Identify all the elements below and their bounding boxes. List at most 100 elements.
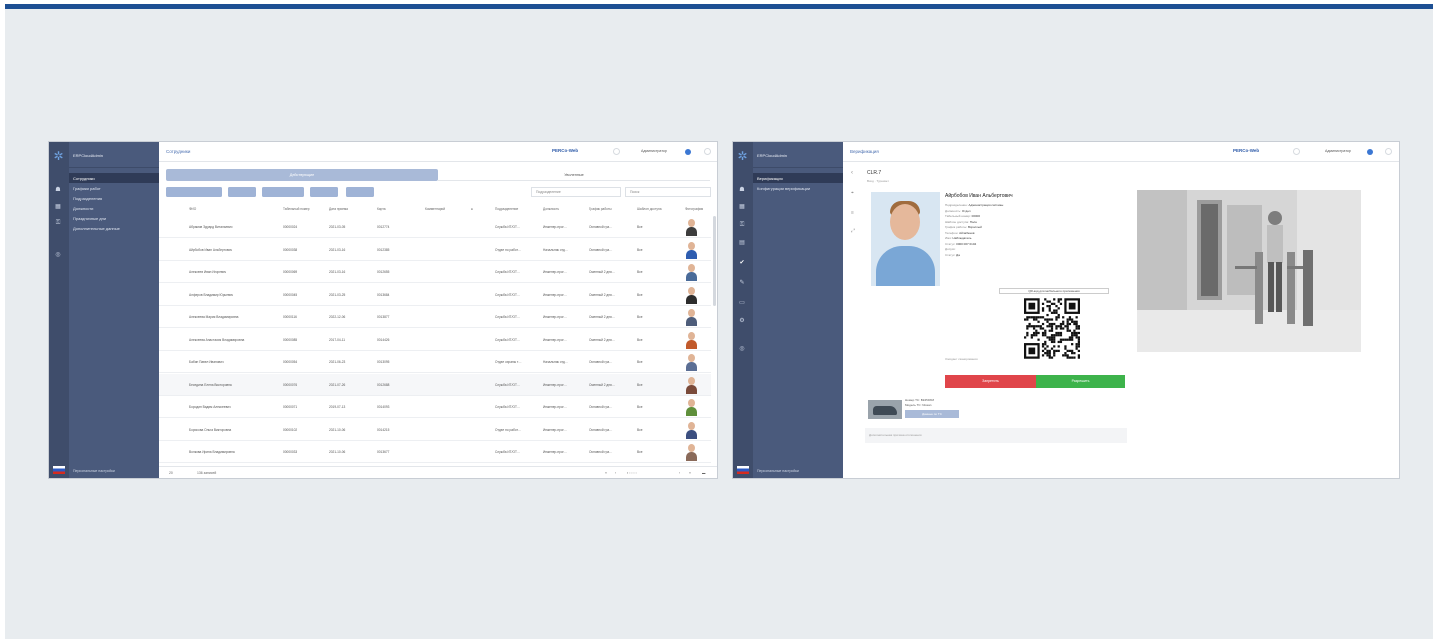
employee-thumbnail (686, 241, 697, 259)
expand-icon[interactable]: ⤢ (851, 228, 855, 234)
cell-position: Инженер-прог… (543, 225, 567, 229)
table-row[interactable]: Айрбобов Иван Альбертович 00000038 2021-03… (159, 239, 711, 261)
sidebar-item-divisions[interactable]: Подразделения (69, 193, 159, 203)
building-icon[interactable]: ▦ (54, 204, 62, 211)
table-row[interactable]: Алексеева Мария Владимировна 00000116 2022… (159, 306, 711, 328)
division-filter[interactable]: Подразделение (531, 187, 621, 197)
table-row[interactable]: Бабин Павел Иванович 00000054 2021-06-23 00… (159, 351, 711, 373)
help-icon[interactable] (613, 148, 620, 155)
pager-prev-icon[interactable]: ‹ (615, 471, 616, 475)
sidebar-item-extra[interactable]: Дополнительные данные (69, 223, 159, 233)
settings-icon[interactable]: ◎ (54, 252, 62, 259)
cell-name: Бородин Вадим Алексеевич (189, 405, 231, 409)
table-row[interactable]: Волкова Ирина Владимировна 00000033 2021-1… (159, 441, 711, 463)
cell-name: Алферов Владимир Юрьевич (189, 292, 234, 297)
col-card[interactable]: Карта (377, 207, 386, 211)
table-row[interactable]: Беседина Елена Викторовна 00000076 2021-07… (159, 373, 711, 396)
users-icon[interactable]: ☗ (54, 187, 62, 194)
pager-first-icon[interactable]: « (605, 471, 607, 475)
pager-settings-icon[interactable]: ▬ (702, 471, 705, 475)
key-icon[interactable]: ⚿ (54, 220, 62, 227)
event-icon[interactable]: ✎ (738, 280, 746, 287)
cell-tab: 00000045 (283, 292, 298, 297)
camera-frame (1137, 190, 1361, 352)
table-row[interactable]: Борисова Ольга Викторовна 00000102 2021-10… (159, 419, 711, 441)
col-date[interactable]: Дата приема (329, 207, 348, 211)
allow-button[interactable]: Разрешить (1036, 375, 1125, 388)
personal-settings-link[interactable]: Персональные настройки (757, 469, 799, 473)
col-name[interactable]: ФИО (189, 207, 196, 211)
back-icon[interactable]: ‹ (851, 170, 853, 176)
table-row[interactable]: Алферов Владимир Юрьевич 00000045 2021-03-… (159, 284, 711, 306)
col-photo[interactable]: Фотография (685, 207, 703, 211)
per-page-select[interactable]: 20 (169, 471, 173, 475)
pager: 20 136 записей « ‹ ▪ ▫ ▫ ▫ ▫ › » ▬ (159, 466, 717, 478)
tab-dismissed[interactable]: Уволенные (438, 169, 710, 181)
settings-icon[interactable]: ⚙ (738, 318, 746, 325)
cards-button[interactable] (262, 187, 304, 197)
pager-next-icon[interactable]: › (679, 471, 680, 475)
deny-button[interactable]: Запретить (945, 375, 1036, 388)
field-value: Взрослый (967, 225, 982, 229)
logout-icon[interactable] (1385, 148, 1392, 155)
table-row[interactable]: Алексеев Иван Игоревич 00000069 2021-03-16… (159, 261, 711, 283)
sidebar-item-employees[interactable]: Сотрудники (69, 173, 159, 183)
employees-window: ✲ ☗ ▦ ⚿ ◎ ERPCloudAdmin Сотрудники Графи… (48, 141, 718, 479)
table-row[interactable]: Абрамов Эдуард Витальевич 00000024 2021-03… (159, 216, 711, 238)
export-button[interactable] (346, 187, 374, 197)
employee-fields: Подразделение: Администрация системы Долж… (945, 203, 1003, 258)
col-options-icon[interactable]: ● (471, 207, 473, 211)
info-icon[interactable]: ◎ (738, 346, 746, 353)
user-avatar[interactable] (1367, 149, 1373, 155)
cell-card: 0013684 (377, 292, 390, 297)
help-icon[interactable] (1293, 148, 1300, 155)
add-employee-button[interactable] (166, 187, 222, 197)
cell-date: 2021-10-06 (329, 450, 346, 454)
cell-card: 0012774 (377, 225, 390, 229)
verification-icon[interactable]: ✔ (738, 260, 746, 267)
personal-settings-link[interactable]: Персональные настройки (73, 469, 115, 473)
vehicle-photo (868, 400, 902, 419)
building-icon[interactable]: ▦ (738, 204, 746, 211)
sidebar-item-schedules[interactable]: Графики работ (69, 183, 159, 193)
sidebar-item-positions[interactable]: Должности (69, 203, 159, 213)
pin-icon[interactable]: ⌖ (851, 190, 854, 196)
col-comment[interactable]: Комментарий (425, 207, 445, 211)
col-tab[interactable]: Табельный номер (283, 207, 310, 211)
vehicle-details-button[interactable]: Данные по ТС (905, 410, 959, 418)
user-name[interactable]: Администратор (641, 149, 667, 153)
col-access[interactable]: Шаблон доступа (637, 207, 662, 211)
cell-date: 2021-10-06 (329, 427, 346, 432)
table-scrollbar[interactable] (713, 216, 716, 306)
search-input[interactable]: Поиск (625, 187, 711, 197)
user-avatar[interactable] (685, 149, 691, 155)
vehicle-model: Модель ТС: Nissan (905, 403, 932, 407)
rejection-reason-input[interactable]: Дополнительная причина отклонения (865, 428, 1127, 443)
access-button[interactable] (310, 187, 338, 197)
pager-pages[interactable]: ▪ ▫ ▫ ▫ ▫ (627, 471, 637, 475)
pager-last-icon[interactable]: » (689, 471, 691, 475)
col-schedule[interactable]: График работы (589, 207, 612, 211)
cell-tab: 00000054 (283, 360, 298, 364)
user-name[interactable]: Администратор (1325, 149, 1351, 153)
key-icon[interactable]: ⚿ (738, 222, 746, 229)
table-row[interactable]: Алексеева Анастасия Владимировна 00000085… (159, 329, 711, 351)
cell-schedule: Основной гра… (589, 360, 613, 364)
language-flag-icon[interactable] (737, 466, 749, 474)
language-flag-icon[interactable] (53, 466, 65, 474)
perco-logo-icon: ✲ (737, 149, 748, 163)
edit-button[interactable] (228, 187, 256, 197)
logout-icon[interactable] (704, 148, 711, 155)
sidebar-item-verification[interactable]: Верификация (753, 173, 843, 183)
col-division[interactable]: Подразделение (495, 207, 518, 211)
col-position[interactable]: Должность (543, 207, 559, 211)
sidebar-item-holidays[interactable]: Праздничные дни (69, 213, 159, 223)
users-icon[interactable]: ☗ (738, 187, 746, 194)
cell-date: 2019-07-13 (329, 405, 346, 409)
report-icon[interactable]: ▤ (738, 240, 746, 247)
sidebar-item-verification-config[interactable]: Конфигурации верификации (753, 183, 843, 193)
list-icon[interactable]: ≡ (851, 210, 854, 216)
tab-active[interactable]: Действующие (166, 169, 438, 181)
monitor-icon[interactable]: ▭ (738, 300, 746, 307)
table-row[interactable]: Бородин Вадим Алексеевич 00000071 2019-07-… (159, 396, 711, 418)
